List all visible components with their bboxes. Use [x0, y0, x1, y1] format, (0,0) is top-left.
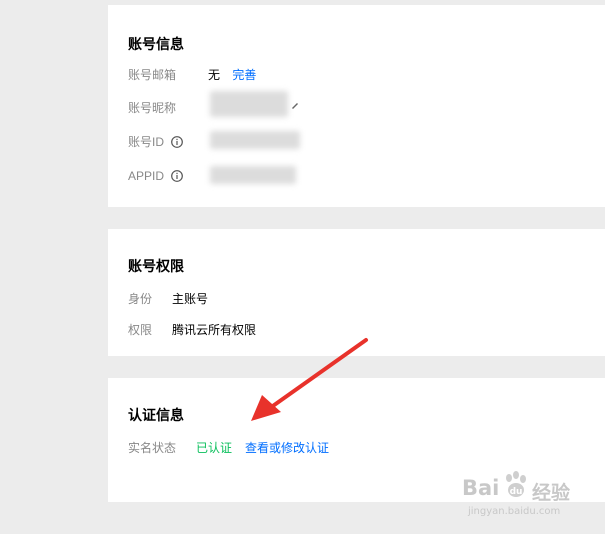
- watermark-brand: Bai: [462, 476, 500, 500]
- watermark-url: jingyan.baidu.com: [468, 506, 561, 517]
- svg-text:du: du: [510, 487, 523, 497]
- paw-icon: du: [506, 471, 526, 497]
- baidu-jingyan-watermark: Bai du 经验 jingyan.baidu.com: [462, 466, 602, 526]
- annotation-arrow: [251, 338, 368, 421]
- watermark-suffix: 经验: [532, 482, 571, 504]
